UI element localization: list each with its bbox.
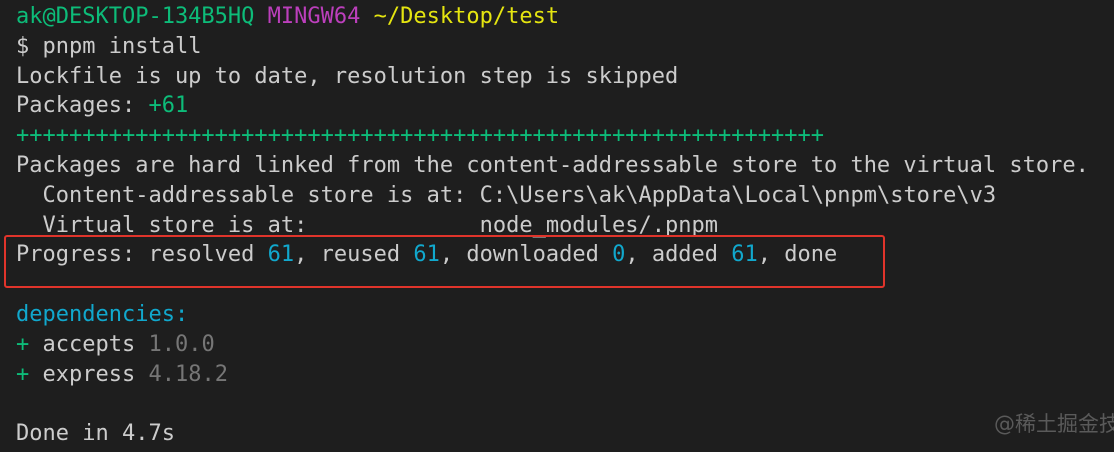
virtual-store-path: node_modules/.pnpm (479, 212, 719, 238)
done-message: Done in 4.7s (16, 421, 175, 447)
virtual-store-line: Virtual store is at: node_modules/.pnpm (16, 211, 1114, 241)
dependency-version: 1.0.0 (148, 331, 215, 357)
dependencies-heading: dependencies: (16, 301, 189, 327)
prompt-symbol: $ (16, 33, 30, 59)
reused-label: , reused (294, 242, 414, 268)
command-text: pnpm install (42, 33, 202, 59)
cas-store-line: Content-addressable store is at: C:\User… (16, 181, 1114, 211)
progress-label: Progress: (16, 242, 149, 268)
reused-count: 61 (413, 242, 440, 268)
prompt-shell: MINGW64 (267, 4, 361, 29)
prompt-path: ~/Desktop/test (373, 4, 560, 29)
progress-bar: ++++++++++++++++++++++++++++++++++++++++… (16, 123, 824, 149)
dependency-marker: + (16, 331, 43, 357)
dependency-name: accepts (42, 331, 136, 357)
prompt-user-host: ak@DESKTOP-134B5HQ (16, 4, 255, 29)
added-label: , added (625, 242, 732, 268)
resolved-label: resolved (148, 242, 268, 268)
packages-line: Packages: +61 (16, 91, 1114, 121)
done-label: , done (757, 242, 838, 268)
downloaded-label: , downloaded (439, 242, 613, 268)
watermark: @稀土掘金技 (994, 412, 1114, 436)
cas-store-path: C:\Users\ak\AppData\Local\pnpm\store\v3 (479, 182, 997, 208)
prompt-line: ak@DESKTOP-134B5HQ MINGW64 ~/Desktop/tes… (16, 2, 1114, 32)
dependency-item: + express 4.18.2 (16, 360, 1114, 390)
dependency-name: express (42, 361, 136, 387)
resolved-count: 61 (267, 242, 295, 268)
dependency-version: 4.18.2 (148, 361, 228, 387)
downloaded-count: 0 (612, 242, 626, 268)
packages-label: Packages: (16, 93, 149, 119)
virtual-store-label: Virtual store is at: (16, 212, 480, 238)
lockfile-message: Lockfile is up to date, resolution step … (16, 63, 679, 89)
command-line: $ pnpm install (16, 32, 1114, 62)
dependency-marker: + (16, 361, 43, 387)
packages-count: +61 (148, 93, 189, 119)
hardlink-message: Packages are hard linked from the conten… (16, 152, 1089, 178)
progress-summary-line: Progress: resolved 61, reused 61, downlo… (16, 240, 1114, 270)
terminal-window[interactable]: ak@DESKTOP-134B5HQ MINGW64 ~/Desktop/tes… (0, 0, 1114, 452)
added-count: 61 (731, 242, 758, 268)
cas-store-label: Content-addressable store is at: (16, 182, 480, 208)
dependency-item: + accepts 1.0.0 (16, 330, 1114, 360)
